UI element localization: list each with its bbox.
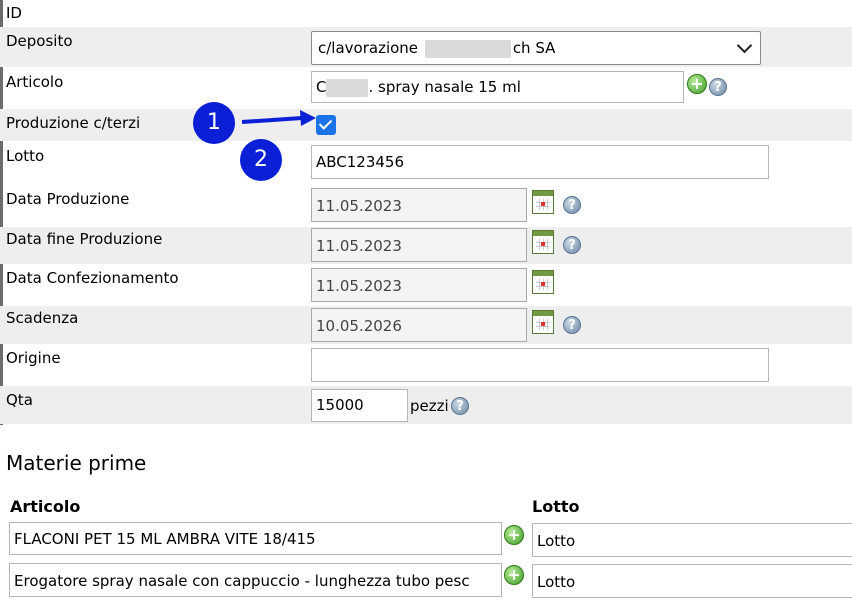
annotation-badge-1: 1 [193, 102, 235, 144]
add-icon[interactable]: + [687, 74, 707, 94]
help-icon[interactable]: ? [563, 196, 581, 214]
help-icon[interactable]: ? [563, 236, 581, 254]
calendar-icon[interactable] [532, 270, 554, 294]
data-fine-produzione-input[interactable]: 11.05.2023 [311, 228, 527, 262]
row-produzione-cterzi: Produzione c/terzi [0, 109, 852, 141]
materia-lotto-input[interactable]: Lotto [532, 564, 852, 598]
articolo-value-suffix: . spray nasale 15 ml [368, 78, 521, 96]
articolo-label: Articolo [6, 73, 64, 91]
help-icon[interactable]: ? [709, 78, 727, 96]
data-confezionamento-label: Data Confezionamento [6, 269, 179, 287]
data-confezionamento-input[interactable]: 11.05.2023 [311, 268, 527, 302]
qta-unit: pezzi [410, 397, 449, 415]
deposito-select[interactable]: c/lavorazione ch SA [311, 31, 761, 65]
origine-input[interactable] [311, 348, 769, 382]
calendar-icon[interactable] [532, 310, 554, 334]
materia-articolo-input[interactable]: FLACONI PET 15 ML AMBRA VITE 18/415 [9, 522, 502, 555]
help-icon[interactable]: ? [451, 397, 469, 415]
chevron-down-icon [736, 37, 753, 54]
row-id: ID [0, 0, 852, 27]
calendar-icon[interactable] [532, 190, 554, 214]
origine-label: Origine [6, 349, 61, 367]
column-header-lotto: Lotto [532, 497, 580, 516]
add-icon[interactable]: + [504, 525, 524, 545]
deposito-label: Deposito [6, 32, 73, 50]
deposito-value-prefix: c/lavorazione [318, 39, 419, 57]
id-label: ID [6, 4, 22, 22]
materia-articolo-input[interactable]: Erogatore spray nasale con cappuccio - l… [9, 563, 502, 597]
scadenza-input[interactable]: 10.05.2026 [311, 308, 527, 342]
scadenza-label: Scadenza [6, 309, 79, 327]
materia-lotto-input[interactable]: Lotto [532, 523, 852, 557]
qta-label: Qta [6, 391, 33, 409]
articolo-value-prefix: C [316, 78, 327, 96]
redacted-block [326, 78, 369, 97]
calendar-icon[interactable] [532, 230, 554, 254]
help-icon[interactable]: ? [563, 316, 581, 334]
section-title-materie-prime: Materie prime [6, 451, 147, 475]
deposito-value-suffix: ch SA [512, 39, 556, 57]
data-fine-produzione-label: Data fine Produzione [6, 230, 163, 248]
column-header-articolo: Articolo [10, 497, 81, 516]
lotto-label: Lotto [6, 147, 45, 165]
add-icon[interactable]: + [504, 565, 524, 585]
data-produzione-input[interactable]: 11.05.2023 [311, 188, 527, 222]
annotation-badge-2: 2 [240, 139, 282, 181]
redacted-block [424, 39, 511, 58]
lotto-input[interactable]: ABC123456 [311, 145, 769, 179]
qta-input[interactable]: 15000 [311, 389, 408, 422]
data-produzione-label: Data Produzione [6, 190, 130, 208]
articolo-input[interactable]: C . spray nasale 15 ml [311, 71, 684, 103]
arrow-icon [241, 110, 316, 126]
produzione-cterzi-label: Produzione c/terzi [6, 114, 141, 132]
